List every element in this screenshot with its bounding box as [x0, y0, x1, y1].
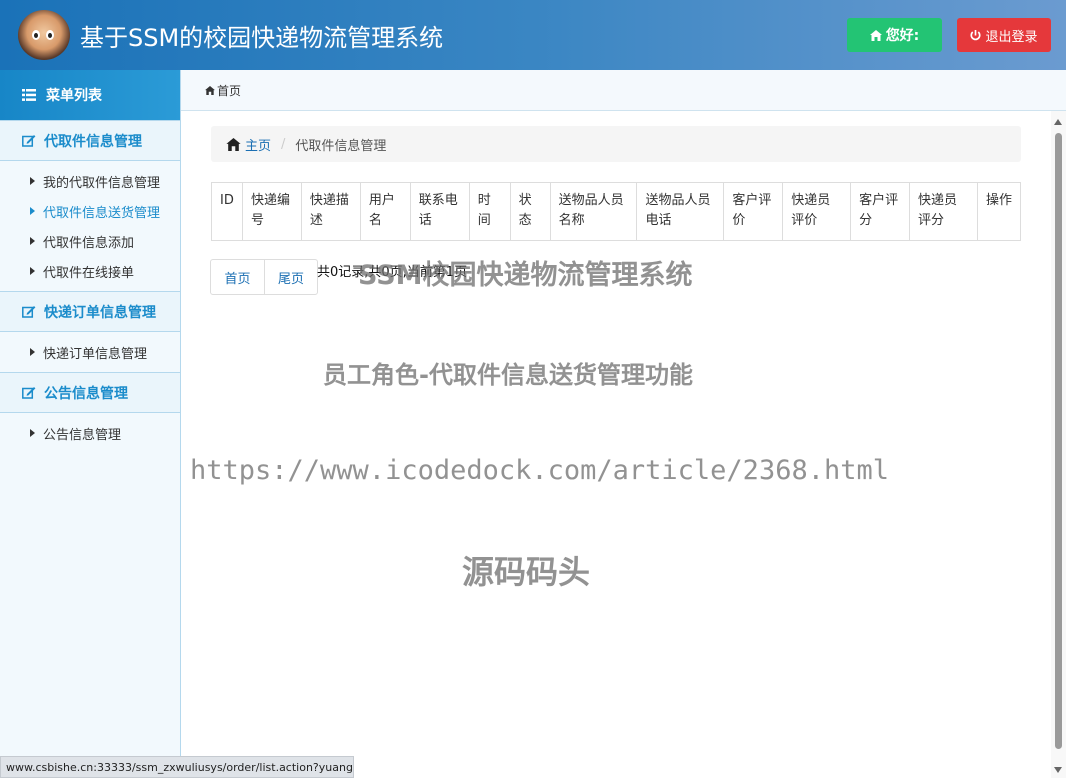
sidebar-item-label: 我的代取件信息管理 [43, 175, 161, 191]
sidebar-item-orders[interactable]: 快递订单信息管理 [0, 337, 180, 367]
browser-status-url: www.csbishe.cn:33333/ssm_zxwuliusys/orde… [0, 756, 354, 778]
group-title-label: 快递订单信息管理 [44, 304, 156, 321]
top-breadcrumb-bar: 首页 [181, 70, 1066, 111]
menu-title-label: 菜单列表 [46, 88, 102, 104]
watermark-url: https://www.icodedock.com/article/2368.h… [190, 455, 889, 486]
power-icon [970, 29, 982, 40]
sidebar-item-pickup-add[interactable]: 代取件信息添加 [0, 226, 180, 256]
col-header: ID [211, 182, 243, 241]
list-icon [22, 89, 36, 101]
sidebar-group-orders[interactable]: 快递订单信息管理 [0, 291, 180, 332]
col-header: 快递员评价 [782, 182, 852, 241]
avatar [18, 10, 70, 60]
data-table: ID 快递编号 快递描述 用户名 联系电话 时间 状态 送物品人员名称 送物品人… [211, 182, 1022, 241]
col-header: 用户名 [359, 182, 411, 241]
col-header: 操作 [976, 182, 1022, 241]
edit-icon [22, 306, 36, 318]
breadcrumb-home[interactable]: 主页 [226, 135, 271, 154]
sidebar-item-label: 代取件信息送货管理 [43, 205, 161, 221]
breadcrumb-current: 代取件信息管理 [295, 138, 387, 154]
col-header: 送物品人员名称 [549, 182, 638, 241]
sidebar-item-label: 快递订单信息管理 [43, 346, 148, 362]
vertical-scrollbar[interactable] [1051, 111, 1066, 778]
col-header: 送物品人员电话 [636, 182, 725, 241]
watermark-subtitle: 员工角色-代取件信息送货管理功能 [323, 361, 693, 389]
sidebar-item-notices[interactable]: 公告信息管理 [0, 418, 180, 448]
hello-button[interactable]: 您好: [847, 18, 942, 52]
col-header: 状态 [509, 182, 551, 241]
hello-label: 您好: [885, 28, 920, 44]
main-content: 主页 / 代取件信息管理 ID 快递编号 快递描述 用户名 联系电话 时间 状态… [181, 111, 1051, 778]
scrollbar-thumb[interactable] [1055, 133, 1062, 749]
home-icon [869, 29, 882, 41]
col-header: 快递员评分 [909, 182, 978, 241]
table-header-row: ID 快递编号 快递描述 用户名 联系电话 时间 状态 送物品人员名称 送物品人… [211, 182, 1022, 241]
app-title: 基于SSM的校园快递物流管理系统 [80, 24, 444, 52]
watermark-brand: 源码码头 [462, 553, 591, 591]
app-header: 基于SSM的校园快递物流管理系统 您好: 退出登录 [0, 0, 1066, 70]
first-page-button[interactable]: 首页 [211, 260, 264, 294]
last-page-button[interactable]: 尾页 [264, 260, 317, 294]
sidebar: 菜单列表 代取件信息管理 我的代取件信息管理 代取件信息送货管理 代取件信息添加… [0, 70, 181, 778]
sidebar-group-notices[interactable]: 公告信息管理 [0, 372, 180, 413]
col-header: 客户评分 [850, 182, 911, 241]
col-header: 联系电话 [409, 182, 470, 241]
sidebar-item-label: 公告信息管理 [43, 427, 122, 443]
scroll-up-icon[interactable] [1054, 119, 1062, 125]
home-icon [205, 85, 215, 95]
edit-icon [22, 135, 36, 147]
sidebar-menu-title: 菜单列表 [0, 70, 180, 120]
group-title-label: 公告信息管理 [44, 385, 128, 402]
top-home-link[interactable]: 首页 [217, 82, 241, 99]
group-title-label: 代取件信息管理 [44, 133, 142, 150]
breadcrumb-home-label: 主页 [245, 138, 272, 154]
scroll-down-icon[interactable] [1054, 767, 1062, 773]
breadcrumb: 主页 / 代取件信息管理 [211, 126, 1021, 162]
sidebar-item-my-pickup[interactable]: 我的代取件信息管理 [0, 166, 180, 196]
breadcrumb-separator: / [281, 136, 286, 152]
sidebar-item-label: 代取件信息添加 [43, 235, 135, 251]
logout-button[interactable]: 退出登录 [957, 18, 1051, 52]
watermark-title: SSM校园快递物流管理系统 [358, 260, 693, 291]
sidebar-group-pickup[interactable]: 代取件信息管理 [0, 120, 180, 161]
col-header: 客户评价 [723, 182, 784, 241]
sidebar-item-pickup-online[interactable]: 代取件在线接单 [0, 256, 180, 286]
col-header: 快递编号 [241, 182, 302, 241]
col-header: 快递描述 [300, 182, 361, 241]
col-header: 时间 [468, 182, 511, 241]
edit-icon [22, 387, 36, 399]
sidebar-item-label: 代取件在线接单 [43, 265, 135, 281]
pagination: 首页 尾页 [210, 259, 318, 295]
sidebar-item-pickup-delivery[interactable]: 代取件信息送货管理 [0, 196, 180, 226]
home-icon [226, 137, 241, 151]
logout-label: 退出登录 [985, 29, 1038, 45]
